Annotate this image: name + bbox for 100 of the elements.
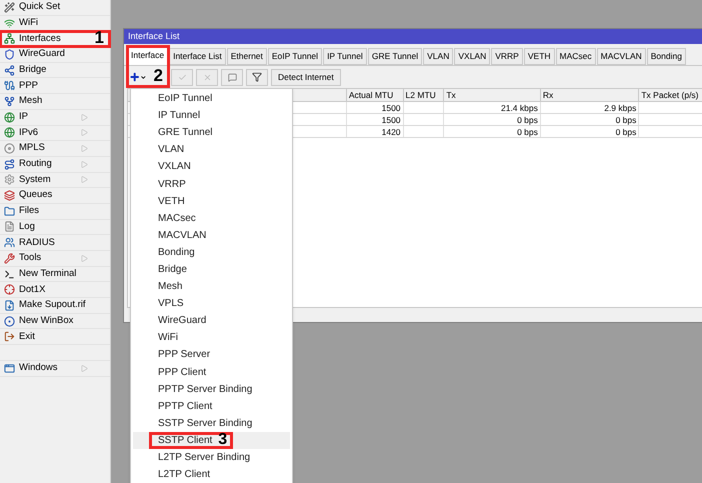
menu-item[interactable]: WiFi [133, 329, 290, 346]
menu-item[interactable]: VLAN [133, 141, 290, 158]
menu-item[interactable]: PPTP Server Binding [133, 380, 290, 398]
menu-item[interactable]: Bonding [133, 244, 290, 261]
sidebar-item[interactable]: IP [0, 110, 110, 126]
layers-icon [4, 190, 15, 202]
column-header[interactable]: Tx [443, 89, 540, 101]
sidebar-item[interactable]: Make Supout.rif [0, 298, 110, 314]
wand-icon [4, 2, 15, 13]
sidebar-item[interactable]: MPLS [0, 141, 110, 157]
menu-item[interactable]: Mesh [133, 278, 290, 296]
sidebar-item[interactable]: New Terminal [0, 266, 110, 282]
cable-icon [4, 80, 15, 92]
tab[interactable]: GRE Tunnel [368, 48, 422, 65]
sidebar-item[interactable]: Windows [0, 361, 110, 377]
sidebar-item[interactable]: Routing [0, 156, 110, 173]
menu-item[interactable]: L2TP Client [133, 466, 290, 483]
table-cell: 0 bps [517, 115, 538, 125]
folder-icon [4, 206, 15, 217]
tab[interactable]: VLAN [423, 48, 454, 65]
caret-icon [140, 74, 147, 80]
menu-item[interactable]: MACVLAN [133, 226, 290, 244]
column-header[interactable]: L2 MTU [402, 89, 444, 101]
menu-item[interactable]: PPTP Client [133, 398, 290, 415]
sidebar-item[interactable]: Files [0, 204, 110, 220]
sidebar-item[interactable]: Exit [0, 329, 110, 346]
sidebar-item[interactable]: PPP [0, 78, 110, 94]
tab[interactable]: Interface List [169, 48, 226, 65]
sidebar-item[interactable]: System [0, 172, 110, 188]
menu-item[interactable]: GRE Tunnel [133, 124, 290, 142]
table-cell: 0 bps [616, 115, 636, 125]
menu-item[interactable]: PPP Client [133, 364, 290, 381]
comment-button[interactable] [221, 68, 243, 86]
tab[interactable]: MACsec [556, 48, 596, 65]
menu-item[interactable]: MACsec [133, 210, 290, 227]
menu-item[interactable]: IP Tunnel [133, 107, 290, 124]
tab[interactable]: VETH [524, 48, 555, 65]
sidebar-item[interactable]: IPv6 [0, 126, 110, 142]
sidebar-item[interactable]: Tools [0, 251, 110, 267]
route-icon [4, 158, 15, 170]
sidebar-item[interactable]: Interfaces 1 [0, 31, 110, 48]
menu-item[interactable]: VPLS [133, 295, 290, 312]
shield-icon [4, 48, 15, 60]
submenu-arrow-icon [81, 160, 88, 168]
tab[interactable]: Ethernet [226, 48, 267, 65]
step-number: 3 [218, 432, 228, 448]
detect-internet-button[interactable]: Detect Internet [271, 68, 341, 86]
menu-item[interactable]: WireGuard [133, 312, 290, 330]
sidebar-item[interactable]: Queues [0, 188, 110, 204]
menu-item[interactable]: VETH [133, 192, 290, 210]
table-cell: 0 bps [616, 127, 636, 137]
column-header[interactable]: Tx Packet (p/s) [638, 89, 702, 101]
plus-icon [129, 71, 140, 83]
gear-icon [4, 174, 15, 186]
submenu-arrow-icon [81, 129, 88, 136]
table-cell: 1420 [382, 127, 401, 137]
menu-item[interactable]: L2TP Server Binding [133, 448, 290, 466]
sidebar-item[interactable]: Dot1X [0, 282, 110, 298]
tab[interactable]: IP Tunnel [323, 48, 367, 65]
tab[interactable]: VRRP [491, 48, 523, 65]
sidebar-item[interactable]: RADIUS [0, 235, 110, 251]
submenu-arrow-icon [81, 145, 88, 152]
menu-item[interactable]: VXLAN [133, 158, 290, 176]
file-icon [4, 300, 15, 311]
table-cell: 21.4 kbps [500, 103, 538, 113]
sidebar-item[interactable]: Log [0, 220, 110, 236]
menu-item[interactable]: Bridge [133, 260, 290, 278]
cross-icon [202, 72, 212, 82]
sidebar-item[interactable]: New WinBox [0, 314, 110, 330]
comment-icon [228, 72, 236, 82]
tab[interactable]: MACVLAN [596, 48, 646, 65]
tab[interactable]: Bonding [646, 48, 686, 65]
sidebar-item[interactable]: WireGuard [0, 47, 110, 63]
submenu-arrow-icon [81, 254, 88, 262]
wrench-icon [4, 252, 15, 264]
table-cell: 1500 [382, 103, 401, 113]
sidebar-item[interactable]: Mesh [0, 94, 110, 110]
table-cell: 1500 [382, 115, 401, 125]
submenu-arrow-icon [81, 364, 88, 372]
sidebar-item[interactable]: Bridge [0, 62, 110, 78]
sidebar-item[interactable]: Quick Set [0, 0, 110, 16]
column-header[interactable]: Rx [540, 89, 638, 101]
users-icon [4, 237, 15, 248]
check-icon [178, 72, 186, 82]
wifi-icon [4, 18, 15, 29]
disc-icon [4, 143, 15, 154]
menu-item[interactable]: EoIP Tunnel [133, 90, 290, 108]
table-cell: 0 bps [517, 127, 538, 137]
tab[interactable]: VXLAN [454, 48, 490, 65]
menu-item[interactable]: SSTP Server Binding [133, 414, 290, 432]
submenu-arrow-icon [81, 114, 88, 121]
column-header[interactable]: Actual MTU [346, 89, 403, 101]
menu-item[interactable]: VRRP [133, 175, 290, 193]
filter-icon [252, 72, 262, 82]
menu-item[interactable]: PPP Server [133, 346, 290, 364]
filter-button[interactable] [246, 68, 268, 86]
tab[interactable]: EoIP Tunnel [268, 48, 322, 65]
step-number: 2 [154, 67, 163, 84]
menu-item[interactable]: SSTP Client 3 [133, 432, 290, 449]
submenu-arrow-icon [81, 176, 88, 184]
